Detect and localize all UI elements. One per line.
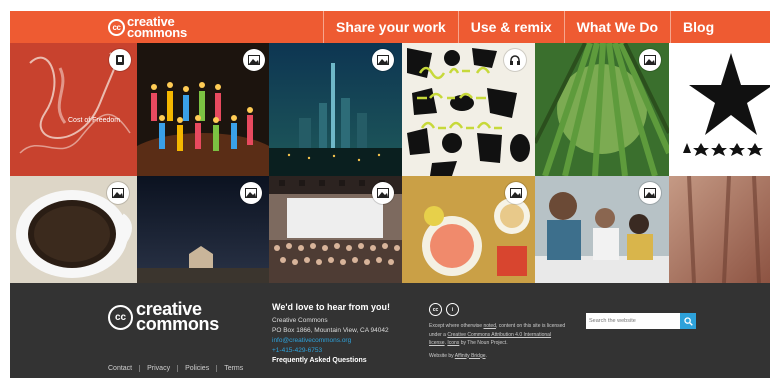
gallery-tile-black-star[interactable] xyxy=(669,43,770,176)
site-footer: cc creative commons Contact Privacy Poli… xyxy=(10,283,770,378)
image-icon xyxy=(107,182,129,204)
footer-logo-line-commons: commons xyxy=(136,314,219,334)
search-button[interactable] xyxy=(680,313,696,329)
gallery-tile-coffee-cup[interactable] xyxy=(10,176,137,283)
contact-title: We'd love to hear from you! xyxy=(272,302,390,312)
cc-logo-icon: cc xyxy=(108,18,125,36)
footer-link-privacy[interactable]: Privacy xyxy=(139,365,177,372)
contact-org: Creative Commons xyxy=(272,317,328,324)
featured-gallery: Cost of Freedom xyxy=(10,43,770,283)
faq-link[interactable]: Frequently Asked Questions xyxy=(272,356,422,366)
nav-share-your-work[interactable]: Share your work xyxy=(323,11,458,43)
license-text: Except where otherwise noted, content on… xyxy=(429,322,569,348)
gallery-tile-people-meeting[interactable] xyxy=(535,176,669,283)
gallery-tile-abstract-art[interactable] xyxy=(402,43,535,176)
license-text-part: by The Noun Project. xyxy=(459,340,508,346)
image-icon xyxy=(243,49,265,71)
footer-logo-wordmark: creative commons xyxy=(136,300,219,334)
gallery-tile-birthday-candles[interactable] xyxy=(137,43,269,176)
image-icon xyxy=(240,182,262,204)
gallery-tile-bamboo-forest[interactable] xyxy=(535,43,669,176)
gallery-tile-breakfast-table[interactable] xyxy=(402,176,535,283)
image-icon xyxy=(372,49,394,71)
nav-blog[interactable]: Blog xyxy=(670,11,726,43)
logo-wordmark: creative commons xyxy=(127,15,188,40)
cc-logo[interactable]: cc creative commons xyxy=(108,14,187,40)
gallery-tile-night-hut[interactable] xyxy=(137,176,269,283)
site-header: cc creative commons Share your work Use … xyxy=(10,11,770,43)
image-icon xyxy=(505,182,527,204)
cc-license-icon[interactable]: cc xyxy=(429,303,442,316)
image-icon xyxy=(639,49,661,71)
logo-line-commons: commons xyxy=(127,25,188,40)
affinity-bridge-link[interactable]: Affinity Bridge xyxy=(455,353,486,359)
footer-link-contact[interactable]: Contact xyxy=(108,365,139,372)
audio-file-icon xyxy=(109,49,131,71)
image-icon xyxy=(639,182,661,204)
main-nav: Share your work Use & remix What We Do B… xyxy=(323,11,726,43)
nav-use-remix[interactable]: Use & remix xyxy=(457,11,564,43)
footer-search xyxy=(586,313,696,329)
license-icons: cc i xyxy=(429,303,569,316)
contact-address: PO Box 1866, Mountain View, CA 94042 xyxy=(272,327,389,334)
gallery-tile-autumn-forest[interactable] xyxy=(669,176,770,283)
noted-link[interactable]: noted xyxy=(483,323,496,329)
page: cc creative commons Share your work Use … xyxy=(10,11,770,378)
website-credit: Website by Affinity Bridge. xyxy=(429,352,569,361)
black-star-album-image xyxy=(669,43,770,176)
contact-phone-link[interactable]: +1-415-429-6753 xyxy=(272,346,422,356)
search-input[interactable] xyxy=(586,313,680,329)
license-block: cc i Except where otherwise noted, conte… xyxy=(429,303,569,360)
image-icon xyxy=(372,182,394,204)
footer-cc-logo-icon: cc xyxy=(108,304,133,330)
footer-link-policies[interactable]: Policies xyxy=(177,365,216,372)
album-title: Cost of Freedom xyxy=(68,117,121,124)
autumn-forest-image xyxy=(669,176,770,283)
gallery-tile-cost-of-freedom[interactable]: Cost of Freedom xyxy=(10,43,137,176)
license-text-part: Except where otherwise xyxy=(429,323,484,329)
icons-link[interactable]: Icons xyxy=(447,340,459,346)
attribution-icon[interactable]: i xyxy=(446,303,459,316)
contact-block: We'd love to hear from you! Creative Com… xyxy=(272,302,422,366)
nav-what-we-do[interactable]: What We Do xyxy=(563,11,670,43)
gallery-tile-city-skyline[interactable] xyxy=(269,43,402,176)
search-icon xyxy=(683,316,693,326)
footer-cc-logo[interactable]: cc creative commons xyxy=(108,300,219,334)
website-credit-end: . xyxy=(485,352,487,359)
contact-email-link[interactable]: info@creativecommons.org xyxy=(272,336,422,346)
footer-links: Contact Privacy Policies Terms xyxy=(108,365,250,372)
website-credit-label: Website by xyxy=(429,352,455,359)
footer-link-terms[interactable]: Terms xyxy=(216,365,250,372)
gallery-tile-group-photo[interactable] xyxy=(269,176,402,283)
headphones-icon xyxy=(504,49,526,71)
